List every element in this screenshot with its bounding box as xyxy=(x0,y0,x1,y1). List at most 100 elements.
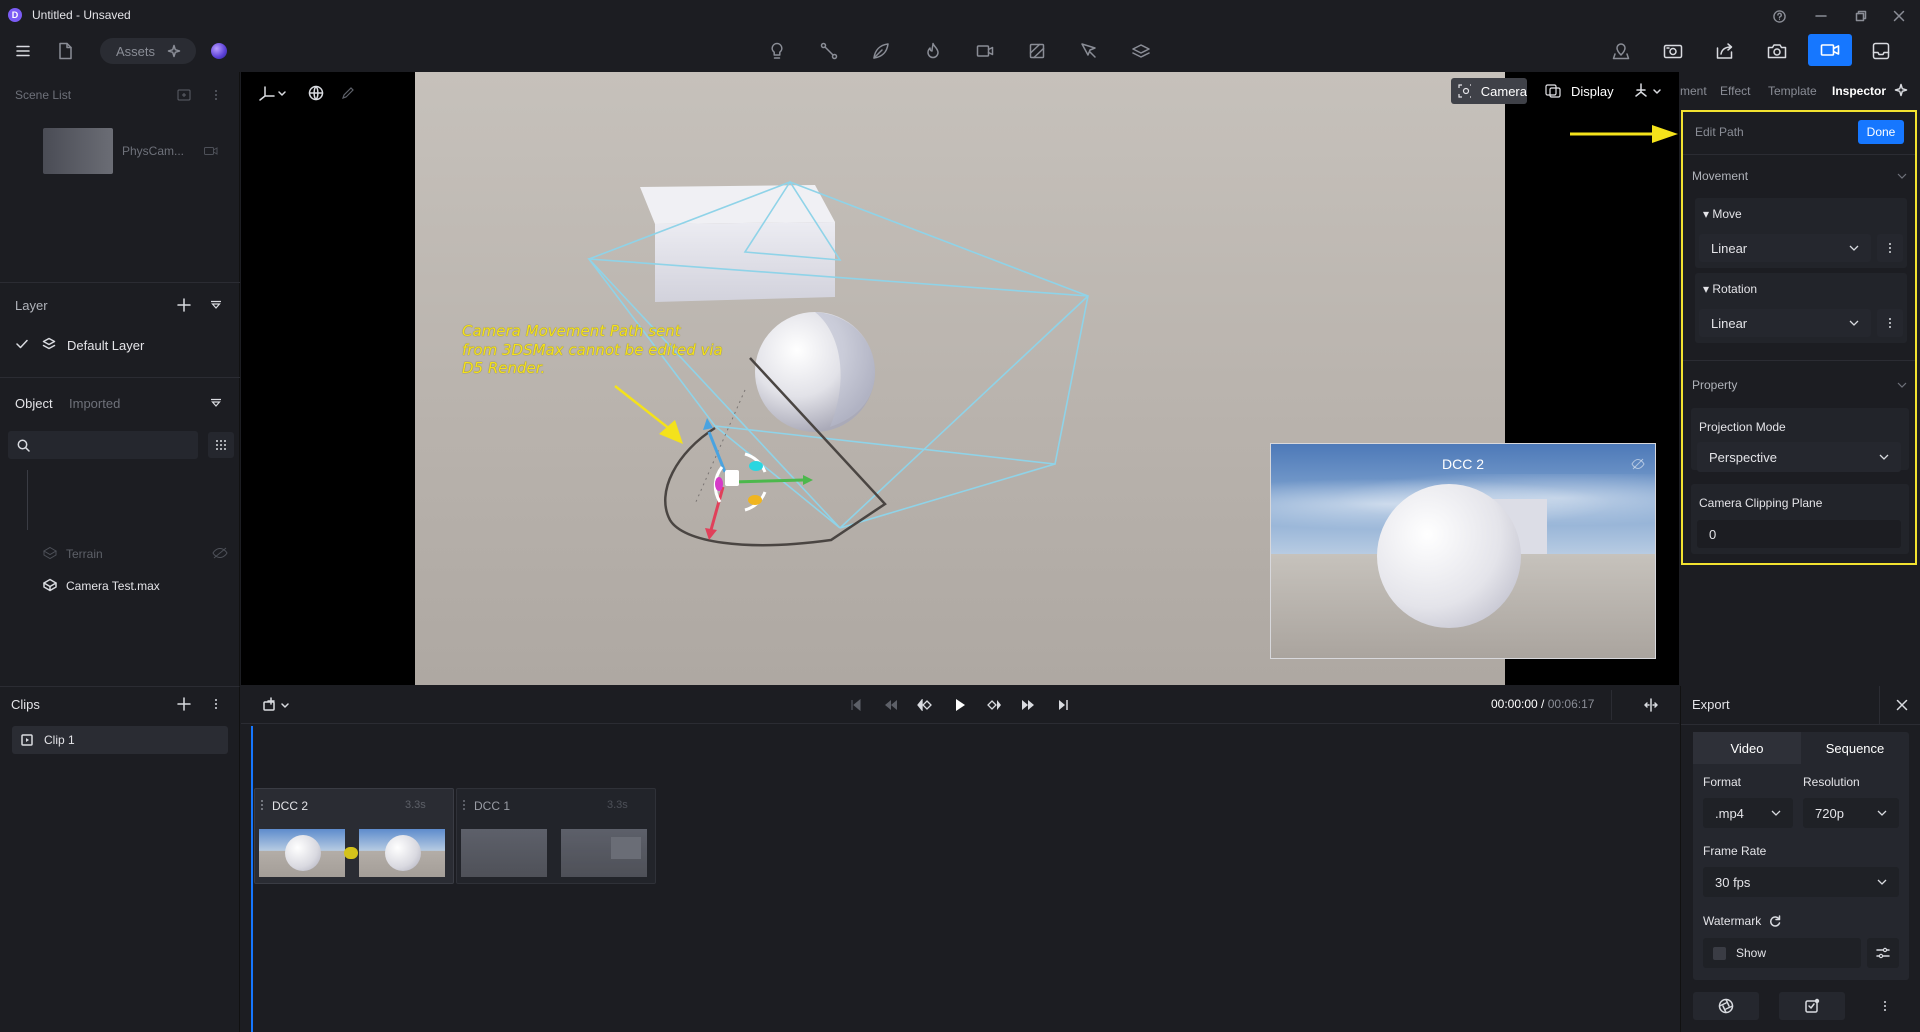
object-search-input[interactable] xyxy=(8,431,198,459)
rotation-dropdown[interactable]: Linear xyxy=(1699,309,1871,337)
render-queue-button[interactable] xyxy=(1779,992,1845,1020)
material-ball-icon[interactable] xyxy=(211,43,227,59)
skip-start-icon[interactable] xyxy=(845,694,867,716)
globe-icon[interactable] xyxy=(305,82,327,104)
file-sync-icon[interactable] xyxy=(54,40,76,62)
effect-fire-icon[interactable] xyxy=(922,40,944,62)
move-label: Move xyxy=(1712,207,1742,221)
clipping-input[interactable]: 0 xyxy=(1697,520,1901,548)
tab-sequence[interactable]: Sequence xyxy=(1801,732,1909,764)
chevron-down-icon[interactable] xyxy=(1897,381,1907,389)
projection-card: Projection Mode Perspective xyxy=(1691,408,1909,472)
terrain-label: Terrain xyxy=(66,547,103,561)
assets-button[interactable]: Assets xyxy=(100,38,196,64)
tab-object[interactable]: Object xyxy=(15,396,53,411)
preview-hide-icon xyxy=(1631,458,1645,470)
viewport[interactable]: Camera Display Camera Movement Path sent… xyxy=(241,72,1679,685)
tab-video[interactable]: Video xyxy=(1693,732,1801,764)
skip-end-icon[interactable] xyxy=(1052,694,1074,716)
rewind-icon[interactable] xyxy=(880,694,902,716)
object-item-terrain[interactable]: Terrain xyxy=(28,542,238,564)
grid-view-icon[interactable] xyxy=(208,432,234,458)
transition-link-icon[interactable] xyxy=(344,847,358,859)
video-material-icon[interactable] xyxy=(974,40,996,62)
drag-handle-icon xyxy=(463,800,465,810)
default-layer-row[interactable]: Default Layer xyxy=(14,334,232,356)
chevron-down-icon xyxy=(1877,810,1887,816)
measure-icon[interactable] xyxy=(1078,40,1100,62)
move-row[interactable]: ▾ Move xyxy=(1703,207,1742,221)
rotation-more-icon[interactable] xyxy=(1877,309,1903,337)
ai-sparkle-icon[interactable] xyxy=(1894,83,1908,97)
add-layer-icon[interactable] xyxy=(176,297,192,313)
help-icon[interactable] xyxy=(1770,7,1788,25)
tab-effect[interactable]: Effect xyxy=(1720,84,1750,98)
thumbnail xyxy=(561,829,647,877)
track-clip-dcc1[interactable]: DCC 1 3.3s xyxy=(456,788,656,884)
light-icon[interactable] xyxy=(766,40,788,62)
watermark-settings-icon[interactable] xyxy=(1867,938,1899,968)
done-button[interactable]: Done xyxy=(1858,120,1904,144)
next-keyframe-icon[interactable] xyxy=(983,694,1005,716)
track-clip-dcc2[interactable]: DCC 2 3.3s xyxy=(254,788,454,884)
clip-item[interactable]: Clip 1 xyxy=(12,726,228,754)
clips-more-icon[interactable] xyxy=(208,696,224,712)
close-window-icon[interactable] xyxy=(1890,7,1908,25)
refresh-icon[interactable] xyxy=(1769,915,1781,927)
resolution-dropdown[interactable]: 720p xyxy=(1803,798,1899,828)
rotation-row[interactable]: ▾ Rotation xyxy=(1703,282,1757,296)
video-mode-button[interactable] xyxy=(1808,34,1852,66)
menu-icon[interactable] xyxy=(12,40,34,62)
object-filter-icon[interactable] xyxy=(208,395,224,411)
chevron-down-icon[interactable] xyxy=(1897,172,1907,180)
clips-panel: Clips Clip 1 xyxy=(0,686,240,1032)
tab-template[interactable]: Template xyxy=(1768,84,1817,98)
render-aperture-button[interactable] xyxy=(1693,992,1759,1020)
framerate-dropdown[interactable]: 30 fps xyxy=(1703,867,1899,897)
scene-more-icon[interactable] xyxy=(208,87,224,103)
decal-icon[interactable] xyxy=(1026,40,1048,62)
camera-preview[interactable]: DCC 2 xyxy=(1270,443,1656,659)
close-export-icon[interactable] xyxy=(1893,696,1911,714)
image-render-icon[interactable] xyxy=(1662,40,1684,62)
projection-dropdown[interactable]: Perspective xyxy=(1697,442,1901,472)
location-icon[interactable] xyxy=(1610,40,1632,62)
camera-snapshot-icon[interactable] xyxy=(1766,40,1788,62)
add-keyframe-icon[interactable] xyxy=(259,694,293,716)
share-icon[interactable] xyxy=(1714,40,1736,62)
annotation-text: Camera Movement Path sent from 3DSMax ca… xyxy=(462,322,723,378)
export-more-icon[interactable] xyxy=(1865,992,1905,1020)
scene-item[interactable]: PhysCam... xyxy=(14,128,232,178)
display-button[interactable]: Display xyxy=(1545,78,1619,104)
layer-filter-icon[interactable] xyxy=(208,297,224,313)
snap-dropdown-icon[interactable] xyxy=(1631,80,1665,102)
minimize-icon[interactable] xyxy=(1812,7,1830,25)
thumbnail xyxy=(461,829,547,877)
tab-movement[interactable]: ment xyxy=(1680,84,1707,98)
restore-icon[interactable] xyxy=(1852,7,1870,25)
tab-imported[interactable]: Imported xyxy=(69,396,120,411)
movement-title: Movement xyxy=(1692,169,1749,183)
move-dropdown[interactable]: Linear xyxy=(1699,234,1871,262)
clips-title: Clips xyxy=(11,697,40,712)
layers-stack-icon[interactable] xyxy=(1130,40,1152,62)
play-icon[interactable] xyxy=(949,694,971,716)
tab-inspector[interactable]: Inspector xyxy=(1832,84,1886,98)
move-more-icon[interactable] xyxy=(1877,234,1903,262)
playhead[interactable] xyxy=(251,726,253,1032)
checkbox-box[interactable] xyxy=(1713,946,1726,960)
annotation-line-2: from 3DSMax cannot be edited via xyxy=(462,340,723,359)
show-watermark-checkbox[interactable]: Show xyxy=(1703,938,1861,968)
axis-gizmo-icon[interactable] xyxy=(255,82,289,104)
prev-keyframe-icon[interactable] xyxy=(914,694,936,716)
path-icon[interactable] xyxy=(818,40,840,62)
fit-timeline-icon[interactable] xyxy=(1640,694,1662,716)
add-clip-icon[interactable] xyxy=(176,696,192,712)
add-scene-icon[interactable] xyxy=(176,87,192,103)
pen-icon[interactable] xyxy=(337,82,359,104)
inbox-icon[interactable] xyxy=(1870,40,1892,62)
fast-forward-icon[interactable] xyxy=(1017,694,1039,716)
format-dropdown[interactable]: .mp4 xyxy=(1703,798,1793,828)
object-item-camera-test[interactable]: Camera Test.max xyxy=(28,574,238,596)
vegetation-icon[interactable] xyxy=(870,40,892,62)
